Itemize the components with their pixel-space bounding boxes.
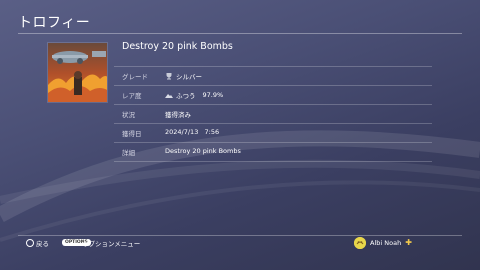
detail-list-end bbox=[114, 161, 432, 162]
user-name: Albi Noah bbox=[370, 239, 402, 247]
footer-divider bbox=[18, 235, 462, 236]
detail-label: 状況 bbox=[122, 111, 135, 119]
detail-label: 詳細 bbox=[122, 149, 135, 157]
earned-date-value: 2024/7/13 7:56 bbox=[165, 128, 220, 136]
circle-button-icon bbox=[26, 239, 34, 247]
row-divider bbox=[114, 123, 432, 124]
detail-row-date: 獲得日 2024/7/13 7:56 bbox=[114, 123, 432, 142]
rarity-value: ふつう bbox=[176, 92, 196, 100]
row-divider bbox=[114, 85, 432, 86]
options-menu-label[interactable]: オプションメニュー bbox=[82, 238, 140, 248]
grade-value: シルバー bbox=[176, 73, 202, 81]
trophy-cup-icon bbox=[165, 72, 173, 80]
status-value: 獲得済み bbox=[165, 111, 191, 119]
row-divider bbox=[114, 161, 432, 162]
page-title: トロフィー bbox=[18, 15, 91, 31]
detail-label: レア度 bbox=[122, 92, 142, 100]
detail-row-rarity: レア度 ふつう 97.9% bbox=[114, 85, 432, 104]
user-info: Albi Noah ✚ bbox=[354, 237, 412, 249]
header-divider bbox=[18, 33, 462, 34]
back-button[interactable]: 戻る bbox=[26, 238, 49, 248]
row-divider bbox=[114, 66, 432, 67]
row-divider bbox=[114, 104, 432, 105]
avatar-icon bbox=[354, 237, 366, 249]
detail-value: ふつう 97.9% bbox=[165, 90, 223, 100]
detail-row-status: 状況 獲得済み bbox=[114, 104, 432, 123]
rarity-percent: 97.9% bbox=[202, 91, 224, 99]
trophy-artwork-icon bbox=[47, 42, 108, 103]
playstation-plus-icon: ✚ bbox=[405, 238, 412, 247]
row-divider bbox=[114, 142, 432, 143]
trophy-title: Destroy 20 pink Bombs bbox=[122, 41, 233, 52]
detail-label: 獲得日 bbox=[122, 130, 142, 138]
detail-row-grade: グレード シルバー bbox=[114, 66, 432, 85]
detail-value: シルバー bbox=[165, 71, 202, 81]
detail-row-description: 詳細 Destroy 20 pink Bombs bbox=[114, 142, 432, 161]
rarity-icon bbox=[165, 91, 173, 99]
back-label: 戻る bbox=[36, 240, 49, 248]
description-value: Destroy 20 pink Bombs bbox=[165, 147, 241, 155]
detail-label: グレード bbox=[122, 73, 148, 81]
